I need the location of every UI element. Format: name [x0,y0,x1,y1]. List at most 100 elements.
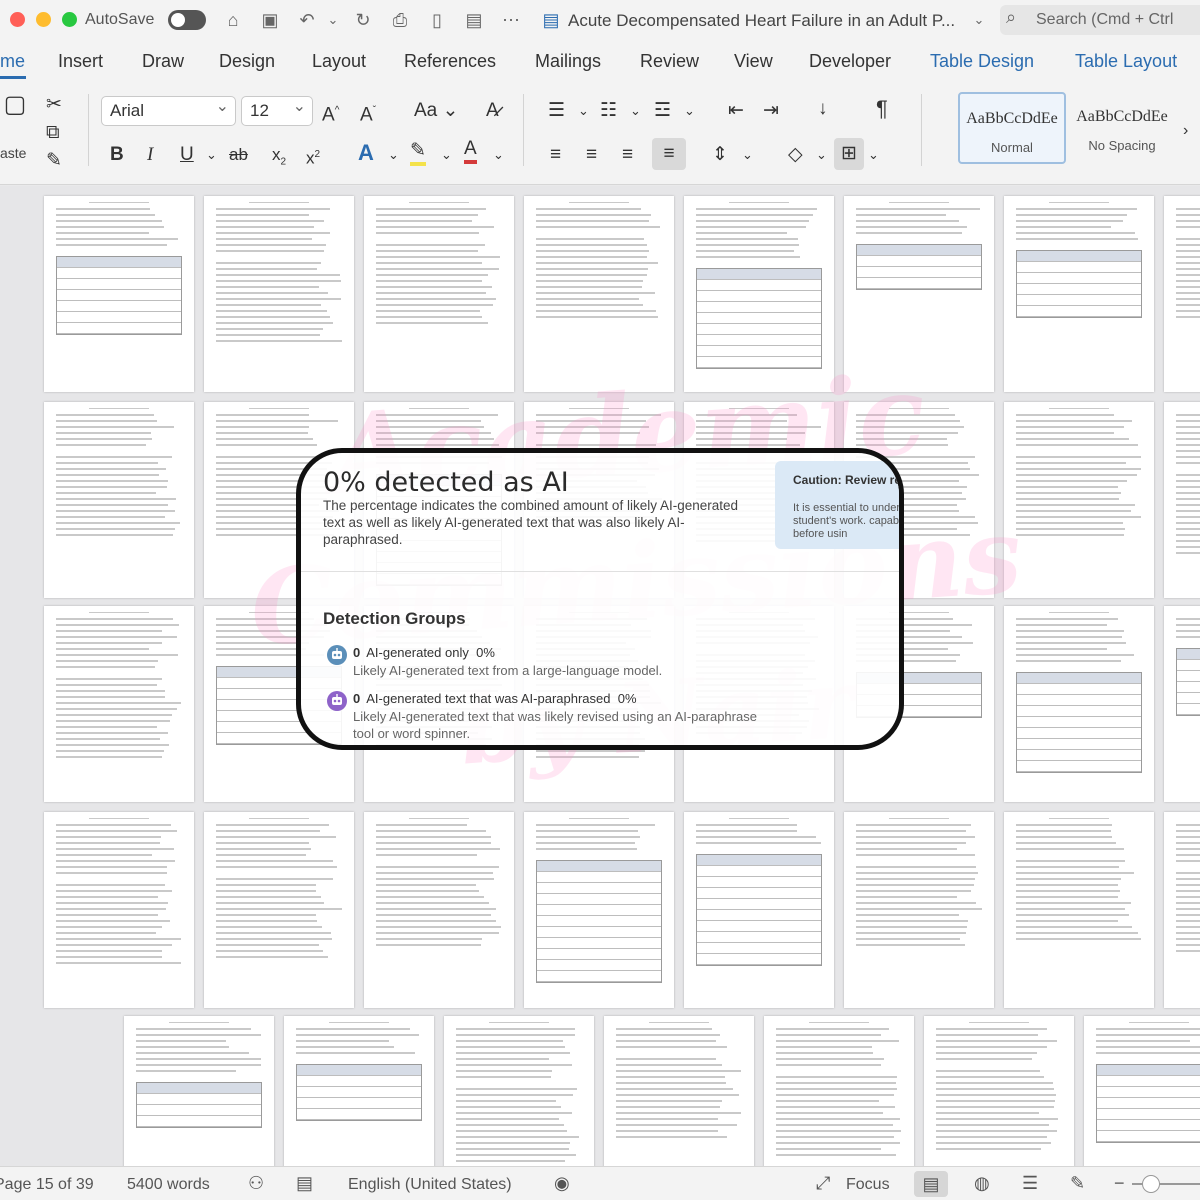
grow-font-icon[interactable]: A^ [322,98,339,128]
underline-dropdown-icon[interactable]: ⌄ [206,142,217,168]
text-effects-icon[interactable]: A [358,140,374,166]
cut-icon[interactable]: ✂ [46,92,62,118]
line-spacing-dropdown-icon[interactable]: ⌄ [742,142,753,168]
shading-icon[interactable]: ◇ [788,142,803,168]
tab-references[interactable]: References [404,51,496,72]
shading-dropdown-icon[interactable]: ⌄ [816,142,827,168]
more-icon[interactable]: ⋯ [500,9,522,31]
page-thumbnail[interactable] [844,196,994,392]
font-name-dropdown[interactable]: Arial [101,93,236,126]
font-size-dropdown[interactable]: 12 [241,93,313,126]
numbering-icon[interactable]: ☷ [600,98,617,124]
page-thumbnail[interactable] [1164,196,1200,392]
undo-icon[interactable]: ↶ [296,9,318,31]
page-thumbnail[interactable] [1164,606,1200,802]
bold-button[interactable]: B [110,142,124,168]
align-center-icon[interactable]: ≡ [586,142,597,168]
proofing-icon[interactable]: ▤ [296,1173,313,1194]
format-painter-icon[interactable]: ✎ [46,148,62,174]
page-thumbnail[interactable] [1164,402,1200,598]
draft-view-icon[interactable]: ✎ [1070,1173,1085,1194]
redo-icon[interactable]: ↻ [352,9,374,31]
new-document-icon[interactable]: ▯ [426,9,448,31]
close-window-button[interactable] [10,12,25,27]
font-color-dropdown-icon[interactable]: ⌄ [493,142,504,168]
save-icon[interactable]: ▣ [259,9,281,31]
page-thumbnail[interactable] [124,1016,274,1166]
page-thumbnail[interactable] [1004,402,1154,598]
zoom-out-icon[interactable]: − [1114,1173,1125,1194]
page-thumbnail[interactable] [844,812,994,1008]
borders-dropdown-icon[interactable]: ⌄ [868,142,879,168]
styles-next-icon[interactable]: › [1183,118,1188,144]
align-left-icon[interactable]: ≡ [550,142,561,168]
tab-design[interactable]: Design [219,51,275,72]
bullets-dropdown-icon[interactable]: ⌄ [578,98,589,124]
style-normal[interactable]: AaBbCcDdEe Normal [958,92,1066,164]
page-thumbnail[interactable] [204,196,354,392]
text-effects-dropdown-icon[interactable]: ⌄ [388,142,399,168]
tab-draw[interactable]: Draw [142,51,184,72]
tab-developer[interactable]: Developer [809,51,891,72]
tab-home[interactable]: me [0,51,25,72]
search-input[interactable]: ⌕ Search (Cmd + Ctrl [1000,5,1200,35]
underline-button[interactable]: U [180,142,194,168]
multilevel-dropdown-icon[interactable]: ⌄ [684,98,695,124]
page-thumbnail[interactable] [764,1016,914,1166]
tab-mailings[interactable]: Mailings [535,51,601,72]
page-thumbnail[interactable] [44,606,194,802]
page-thumbnail[interactable] [1004,812,1154,1008]
numbering-dropdown-icon[interactable]: ⌄ [630,98,641,124]
tab-insert[interactable]: Insert [58,51,103,72]
decrease-indent-icon[interactable]: ⇤ [728,98,744,124]
page-thumbnail[interactable] [44,812,194,1008]
highlight-icon[interactable]: ✎ [410,140,426,166]
tab-view[interactable]: View [734,51,773,72]
italic-button[interactable]: I [147,142,153,168]
language-label[interactable]: English (United States) [348,1176,512,1194]
style-no-spacing[interactable]: AaBbCcDdEe No Spacing [1068,92,1176,164]
page-thumbnail[interactable] [204,812,354,1008]
tab-table-layout[interactable]: Table Layout [1075,51,1177,72]
page-thumbnail[interactable] [684,196,834,392]
tab-table-design[interactable]: Table Design [930,51,1034,72]
page-thumbnail[interactable] [1004,196,1154,392]
superscript-button[interactable]: x2 [306,142,320,172]
subscript-button[interactable]: x2 [272,142,286,175]
shrink-font-icon[interactable]: Aˇ [360,98,376,128]
print-icon[interactable]: ⎙ [389,9,411,31]
copy-icon[interactable]: ⧉ [46,120,60,146]
show-formatting-icon[interactable]: ¶ [876,96,888,122]
line-spacing-icon[interactable]: ⇕ [712,142,728,168]
focus-label[interactable]: Focus [846,1176,890,1194]
home-icon[interactable]: ⌂ [222,9,244,31]
change-case-button[interactable]: Aa ⌄ [414,98,458,124]
page-thumbnail[interactable] [364,196,514,392]
autosave-toggle[interactable] [168,10,206,30]
highlight-dropdown-icon[interactable]: ⌄ [441,142,452,168]
paste-icon[interactable]: ▢ [0,92,30,118]
strikethrough-button[interactable]: ab [229,142,248,168]
accessibility-icon[interactable]: ⚇ [248,1173,264,1194]
track-changes-icon[interactable]: ◉ [554,1173,570,1194]
focus-icon[interactable]: ⤢ [816,1173,830,1194]
page-thumbnail[interactable] [1004,606,1154,802]
outline-view-icon[interactable]: ☰ [1022,1173,1038,1194]
page-thumbnail[interactable] [364,812,514,1008]
title-dropdown-icon[interactable]: ⌄ [968,9,990,31]
align-right-icon[interactable]: ≡ [622,142,633,168]
increase-indent-icon[interactable]: ⇥ [763,98,779,124]
borders-icon[interactable]: ⊞ [834,138,864,170]
page-thumbnail[interactable] [44,196,194,392]
page-thumbnail[interactable] [444,1016,594,1166]
page-count[interactable]: Page 15 of 39 [0,1176,94,1194]
save-as-icon[interactable]: ▤ [463,9,485,31]
maximize-window-button[interactable] [62,12,77,27]
multilevel-list-icon[interactable]: ☲ [654,98,671,124]
zoom-slider-handle[interactable] [1142,1175,1160,1193]
tab-layout[interactable]: Layout [312,51,366,72]
page-thumbnail[interactable] [1084,1016,1200,1166]
undo-dropdown-icon[interactable]: ⌄ [322,9,344,31]
page-thumbnail[interactable] [1164,812,1200,1008]
page-thumbnail[interactable] [924,1016,1074,1166]
